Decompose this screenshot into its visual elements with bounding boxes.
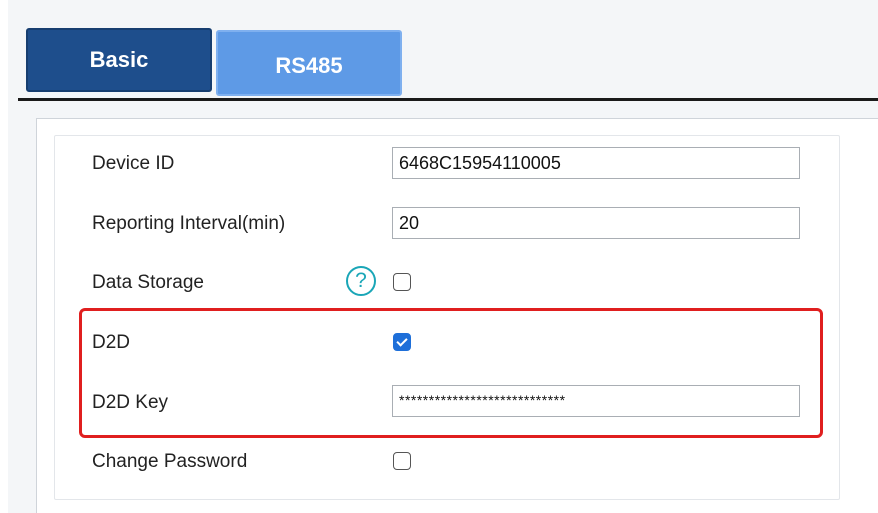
tab-rs485[interactable]: RS485 (216, 30, 402, 96)
reporting-interval-field[interactable]: 20 (392, 207, 800, 239)
question-circle-icon[interactable]: ? (346, 266, 376, 296)
change-password-checkbox[interactable] (393, 452, 411, 470)
tab-underline (18, 98, 878, 101)
d2d-highlight-box (79, 308, 823, 438)
device-id-label: Device ID (92, 153, 175, 174)
tab-basic[interactable]: Basic (26, 28, 212, 92)
device-id-field[interactable]: 6468C15954110005 (392, 147, 800, 179)
reporting-interval-label: Reporting Interval(min) (92, 213, 286, 234)
data-storage-label: Data Storage (92, 272, 204, 293)
change-password-label: Change Password (92, 451, 248, 472)
data-storage-checkbox[interactable] (393, 273, 411, 291)
